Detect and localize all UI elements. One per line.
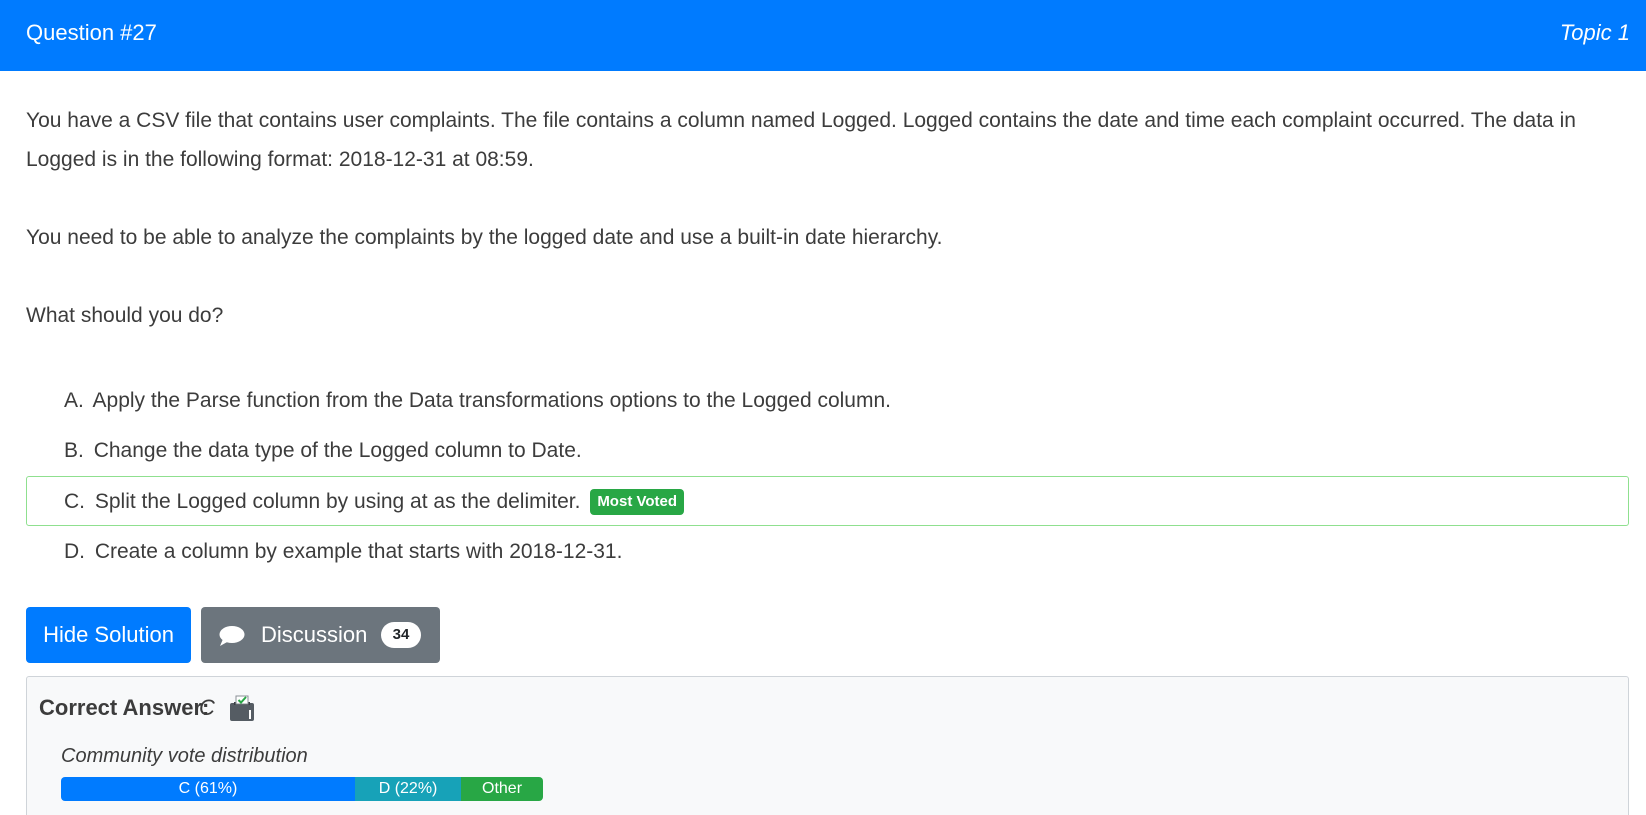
vote-segment-c: C (61%)	[61, 777, 356, 801]
comment-icon	[219, 626, 245, 646]
choice-text: Split the Logged column by using at as t…	[94, 490, 581, 513]
discussion-count-badge: 34	[381, 622, 421, 648]
question-prompt: What should you do?	[26, 304, 224, 327]
choice-letter: C.	[64, 490, 85, 513]
vote-distribution-caption: Community vote distribution	[61, 745, 308, 767]
choice-a[interactable]: A. Apply the Parse function from the Dat…	[26, 375, 1629, 425]
discussion-label: Discussion	[261, 622, 368, 647]
discussion-button[interactable]: Discussion 34	[201, 607, 440, 663]
question-number: Question #27	[26, 20, 157, 45]
choice-text: Apply the Parse function from the Data t…	[92, 389, 891, 412]
choice-letter: A.	[64, 389, 84, 412]
choice-text: Create a column by example that starts w…	[94, 540, 623, 563]
vote-distribution-bar: C (61%) D (22%) Other	[61, 777, 543, 801]
choice-text: Change the data type of the Logged colum…	[93, 439, 582, 462]
vote-segment-other: Other	[461, 777, 543, 801]
choice-c[interactable]: C. Split the Logged column by using at a…	[26, 476, 1629, 526]
question-paragraph-2: You need to be able to analyze the compl…	[26, 226, 943, 249]
most-voted-badge: Most Voted	[590, 489, 685, 515]
solution-panel: Correct Answer: C Community vote distrib…	[26, 676, 1629, 815]
question-paragraph-1: You have a CSV file that contains user c…	[26, 109, 1576, 171]
choice-letter: B.	[64, 439, 84, 462]
correct-answer-label: Correct Answer:	[39, 695, 210, 720]
choice-letter: D.	[64, 540, 85, 563]
hide-solution-button[interactable]: Hide Solution	[26, 607, 191, 663]
choice-d[interactable]: D. Create a column by example that start…	[26, 526, 1629, 576]
vote-segment-d: D (22%)	[355, 777, 462, 801]
choice-b[interactable]: B. Change the data type of the Logged co…	[26, 425, 1629, 475]
correct-answer-value: C	[199, 695, 215, 720]
ballot-box-icon	[230, 695, 254, 721]
topic-label: Topic 1	[1559, 20, 1630, 45]
question-header: Question #27 Topic 1	[0, 0, 1646, 71]
